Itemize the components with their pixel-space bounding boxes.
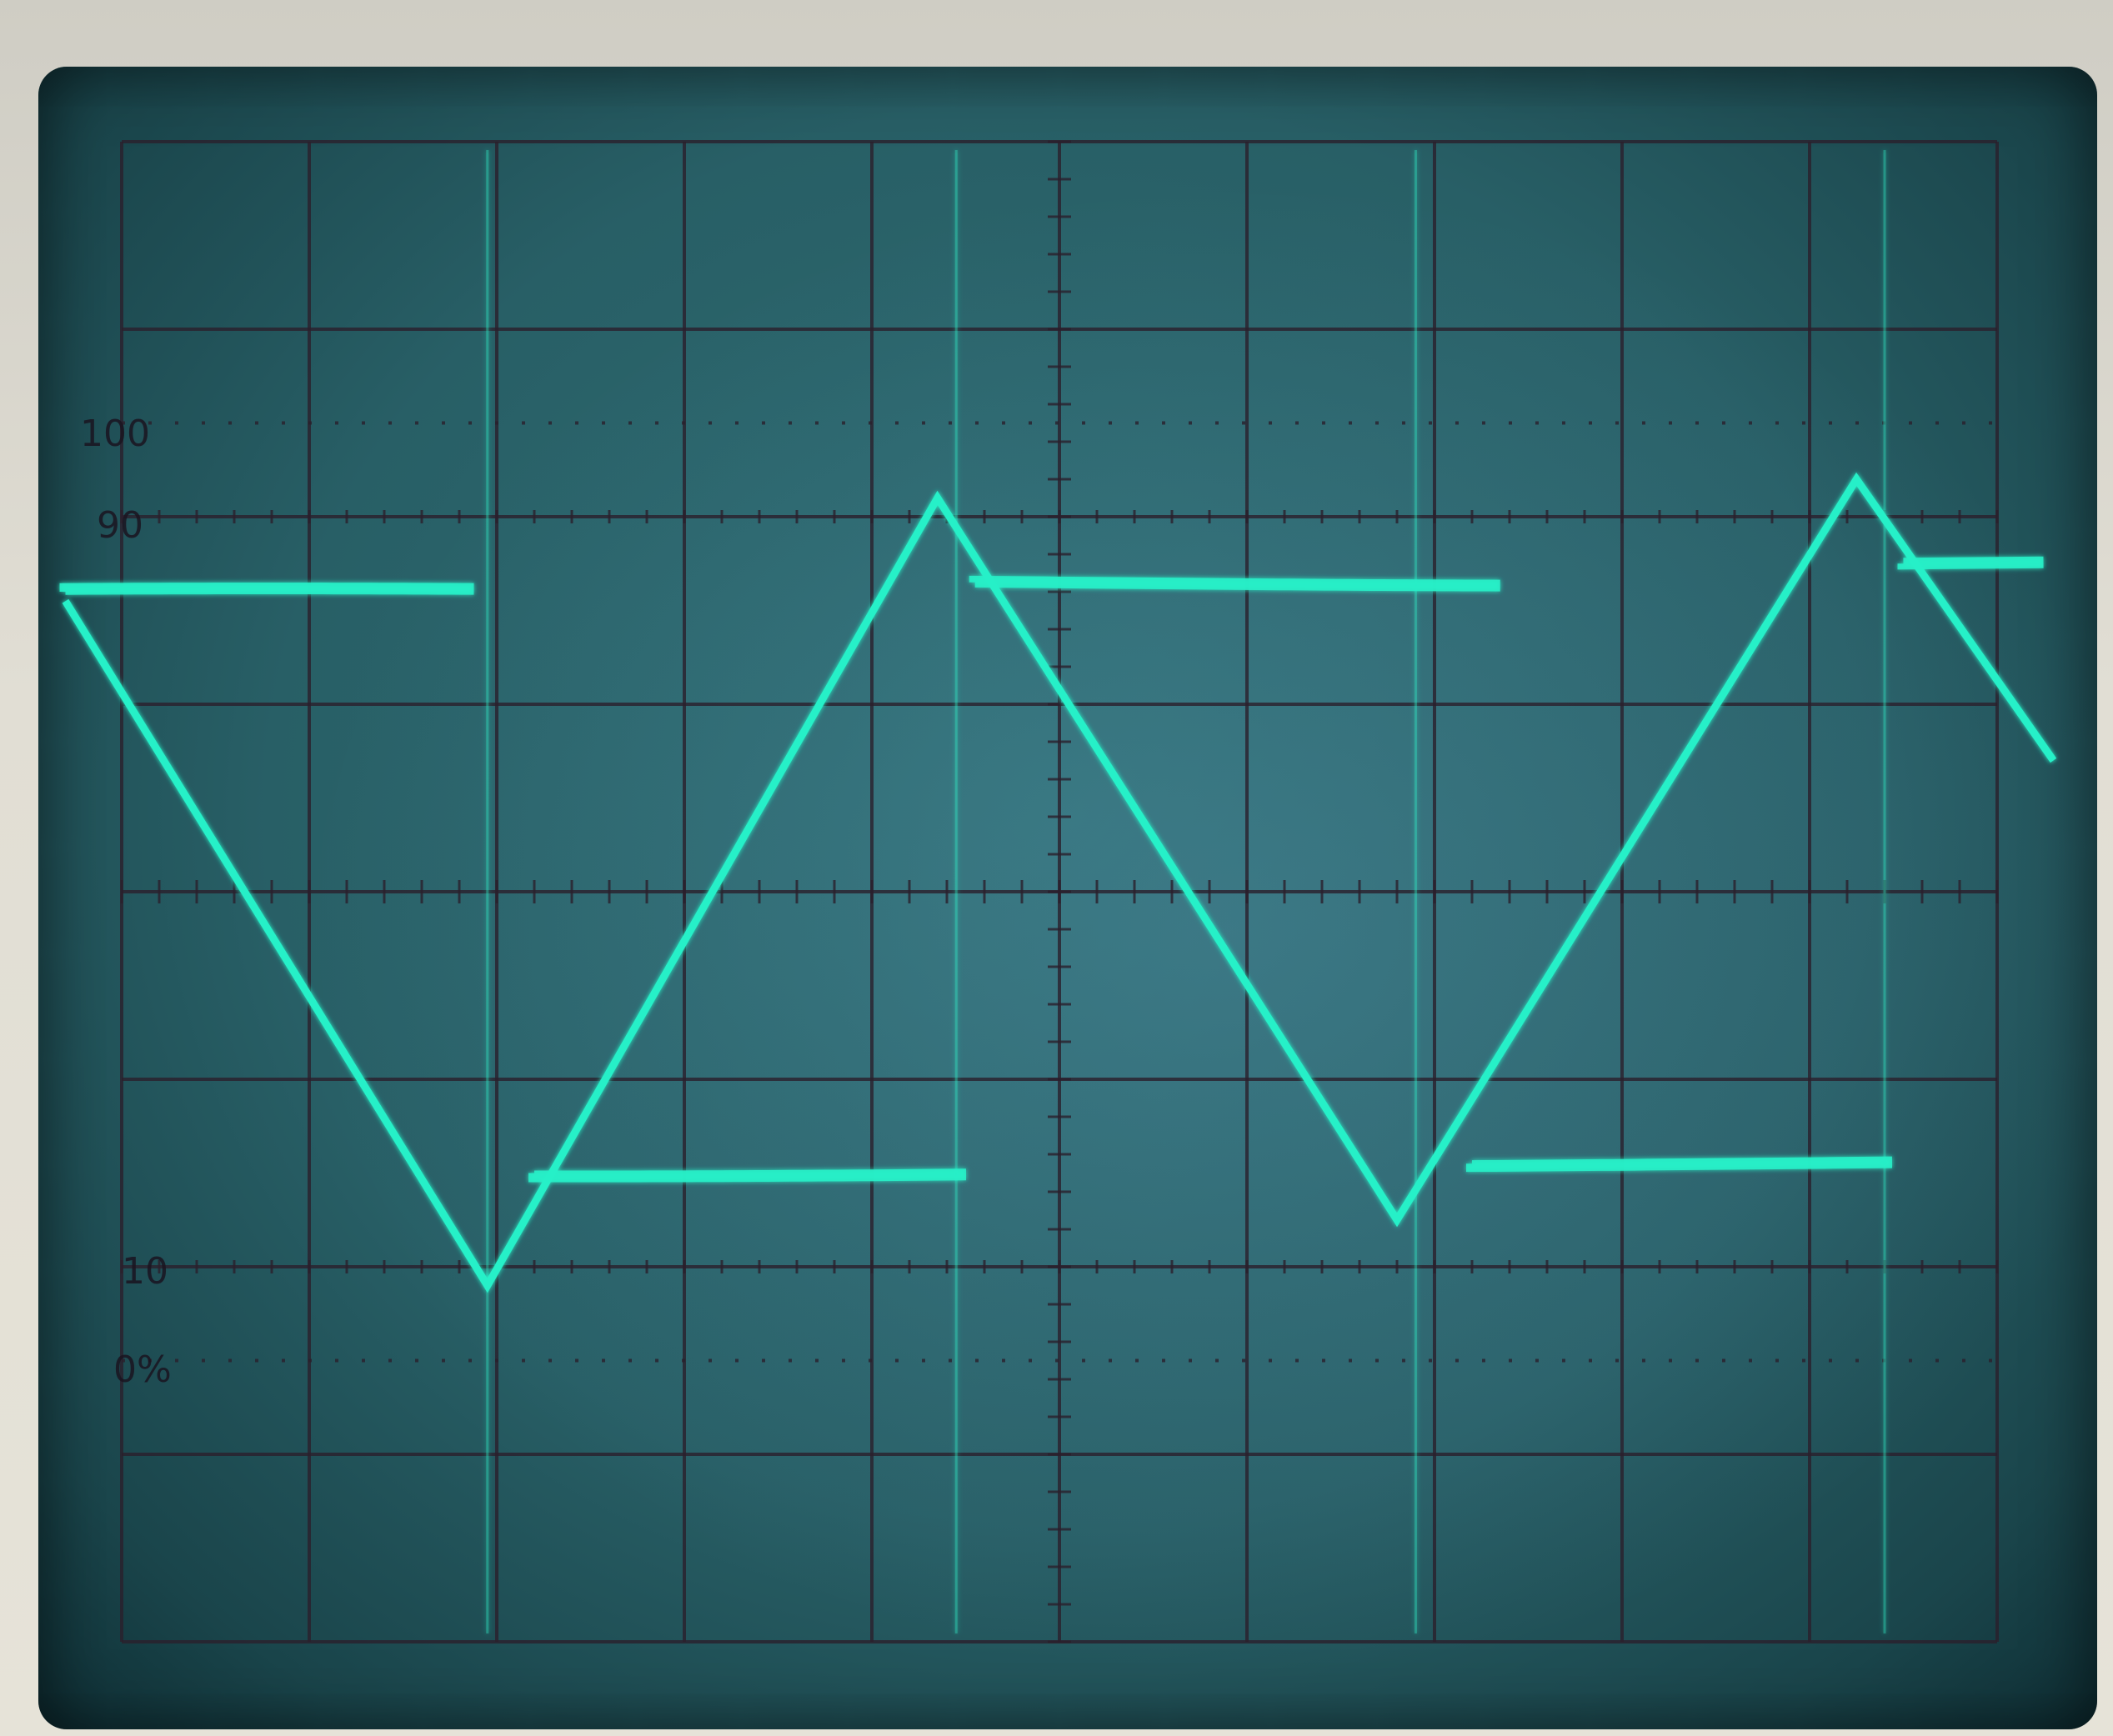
square-wave-level [969,575,1500,592]
label-90: 90 [97,504,143,547]
square-wave-level [528,1168,967,1183]
square-wave-level [1466,1156,1893,1173]
square-wave-level [1897,556,2044,570]
graticule-svg: 100 90 10 0% [38,67,2097,1729]
label-0-percent: 0% [113,1348,172,1391]
label-100: 100 [80,413,150,455]
square-wave-level [59,582,474,595]
label-10: 10 [122,1250,168,1293]
crt-screen: 100 90 10 0% [38,67,2097,1729]
